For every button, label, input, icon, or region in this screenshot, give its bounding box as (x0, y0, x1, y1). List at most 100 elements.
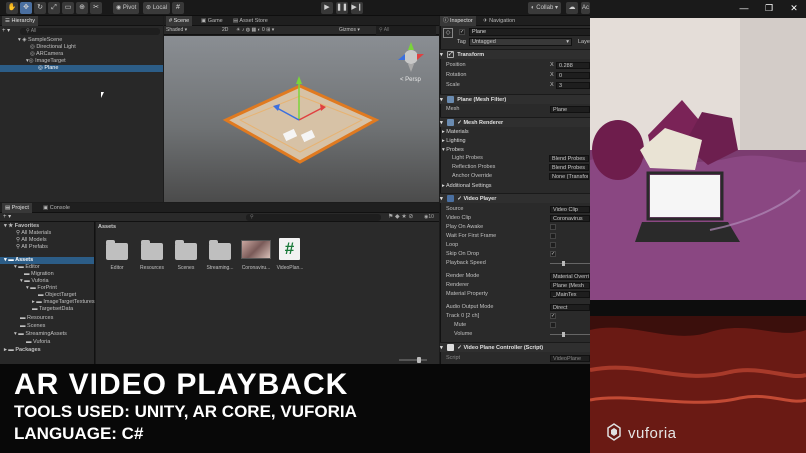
fav-materials[interactable]: ⚲ All Materials (16, 230, 51, 237)
folder-resources[interactable]: ▬ Resources (20, 315, 53, 322)
rect-tool-icon[interactable]: ▭ (62, 2, 74, 14)
project-search-input[interactable]: ⚲ (246, 214, 381, 221)
additional-settings-section[interactable]: ▸ Additional Settings (442, 182, 492, 190)
account-button[interactable]: Ac (581, 2, 591, 14)
video-player-field[interactable]: Video Clip (550, 206, 590, 213)
pivot-toggle[interactable]: ◉ Pivot (113, 2, 140, 14)
scene-orientation-gizmo[interactable] (398, 42, 424, 72)
transform-header[interactable]: ▾ ⤢ Transform (440, 49, 590, 59)
probes-section[interactable]: ▾ Probes (442, 146, 464, 154)
tree-item-scene[interactable]: ▾ ◈ SampleScene (18, 37, 163, 44)
mesh-field[interactable]: Plane (550, 106, 590, 113)
packages-folder[interactable]: ▸ ▬ Packages (4, 347, 41, 354)
folder-objecttarget[interactable]: ▬ ObjectTarget (38, 292, 76, 299)
slider-thumb[interactable] (562, 332, 565, 337)
folder-editor[interactable]: ▾ ▬ Editor (14, 264, 40, 271)
mesh-renderer-header[interactable]: ▾ ✓ Mesh Renderer (440, 117, 590, 127)
tab-console[interactable]: ▣ Console (40, 203, 73, 213)
video-player-field[interactable]: _MainTex (550, 291, 590, 298)
folder-scenes[interactable]: ▬ Scenes (20, 323, 45, 330)
2d-toggle[interactable]: 2D (222, 26, 228, 35)
zoom-slider-thumb[interactable] (417, 357, 421, 363)
custom-tool-icon[interactable]: ✂ (90, 2, 102, 14)
cloud-icon[interactable]: ☁ (566, 2, 578, 14)
tab-asset-store[interactable]: ▤ Asset Store (230, 16, 271, 26)
folder-vuforia[interactable]: ▾ ▬ Vuforia (20, 278, 49, 285)
breadcrumb[interactable]: Assets (98, 224, 116, 230)
step-icon[interactable]: ▶❙ (351, 2, 363, 14)
folder-migration[interactable]: ▬ Migration (24, 271, 54, 278)
rotate-tool-icon[interactable]: ↻ (34, 2, 46, 14)
video-player-slider[interactable] (550, 261, 590, 266)
transform-tool-icon[interactable]: ⊕ (76, 2, 88, 14)
tree-item-plane[interactable]: ◎ Plane (0, 65, 163, 72)
slider-thumb[interactable] (562, 261, 565, 266)
video-player-checkbox[interactable]: ✓ (550, 313, 556, 319)
close-button[interactable]: ✕ (787, 3, 801, 14)
y-axis-arrow-icon[interactable] (296, 76, 302, 84)
video-player-checkbox[interactable] (550, 242, 556, 248)
zoom-slider[interactable] (399, 357, 427, 363)
create-button[interactable]: + ▾ (2, 28, 18, 35)
move-tool-icon[interactable]: ✥ (20, 2, 32, 14)
assets-folder[interactable]: ▾ ▬ Assets (0, 257, 94, 264)
gizmos-dropdown[interactable]: Gizmos ▾ (339, 26, 360, 35)
minimize-button[interactable]: — (737, 3, 751, 13)
scene-viewport[interactable]: < Persp (164, 36, 439, 202)
favorites-folder[interactable]: ▾ ★ Favorites (4, 223, 39, 230)
project-create-button[interactable]: + ▾ (3, 213, 11, 222)
tab-inspector[interactable]: ⓘ Inspector (440, 16, 476, 26)
active-checkbox[interactable]: ✓ (459, 29, 465, 35)
reflection-probes-dropdown[interactable]: Blend Probes (549, 164, 589, 171)
local-toggle[interactable]: ⊛ Local (143, 2, 171, 14)
video-player-field[interactable]: Coronavirus (550, 215, 590, 222)
video-player-field[interactable]: Plane (Mesh (550, 282, 590, 289)
tree-item-imagetarget[interactable]: ▾◎ ImageTarget (26, 58, 66, 65)
mesh-filter-header[interactable]: ▾ Plane (Mesh Filter) (440, 94, 590, 104)
video-player-checkbox[interactable]: ✓ (550, 251, 556, 257)
maximize-button[interactable]: ❐ (762, 3, 776, 14)
tag-dropdown[interactable]: Untagged ▾ (469, 38, 572, 46)
folder-forprint[interactable]: ▾ ▬ ForPrint (26, 285, 57, 292)
hand-tool-icon[interactable]: ✋ (6, 2, 18, 14)
collab-button[interactable]: ◐ Collab ▾ (528, 2, 561, 14)
folder-streaming-vuforia[interactable]: ▬ Vuforia (26, 339, 50, 346)
video-player-slider[interactable] (550, 332, 590, 337)
video-player-checkbox[interactable] (550, 224, 556, 230)
controller-header[interactable]: ▾ ✓ Video Plane Controller (Script) (440, 342, 590, 352)
materials-section[interactable]: ▸ Materials (442, 128, 469, 136)
tab-hierarchy[interactable]: ☰ Hierarchy (2, 16, 39, 26)
tab-game[interactable]: ▣ Game (198, 16, 226, 26)
hierarchy-search-input[interactable]: ⚲ All (20, 28, 160, 35)
play-icon[interactable]: ▶ (321, 2, 333, 14)
video-player-checkbox[interactable] (550, 322, 556, 328)
rotation-x-input[interactable]: 0 (556, 72, 590, 79)
light-probes-dropdown[interactable]: Blend Probes (549, 155, 589, 162)
grid-snap-icon[interactable]: # (172, 2, 184, 14)
folder-streamingassets[interactable]: ▾ ▬ StreamingAssets (14, 331, 67, 338)
tab-navigation[interactable]: ✈ Navigation (480, 16, 518, 26)
video-player-field[interactable]: Direct (550, 304, 590, 311)
object-name-input[interactable]: Plane (469, 28, 591, 36)
lighting-toggle-icon[interactable]: ☀ ♪ ◍ ▦ ◐ 0 ⊞ ▾ (236, 26, 274, 35)
lighting-section[interactable]: ▸ Lighting (442, 137, 466, 145)
filter-icons[interactable]: ⚑ ◆ ★ ⊘ (388, 213, 413, 222)
pause-icon[interactable]: ❚❚ (336, 2, 348, 14)
tree-item-light[interactable]: ◎ Directional Light (30, 44, 76, 51)
video-player-header[interactable]: ▾ ✓ Video Player (440, 193, 590, 203)
tree-item-camera[interactable]: ◎ ARCamera (30, 51, 63, 58)
folder-imagetargettextures[interactable]: ▸ ▬ ImageTargetTextures (32, 299, 95, 306)
scale-x-input[interactable]: 3 (556, 82, 590, 89)
fav-models[interactable]: ⚲ All Models (16, 237, 47, 244)
persp-label[interactable]: < Persp (400, 77, 422, 83)
shading-dropdown[interactable]: Shaded ▾ (166, 26, 187, 35)
tab-scene[interactable]: # Scene (166, 16, 193, 26)
video-player-field[interactable]: Material Overri (550, 273, 590, 280)
scene-search-input[interactable]: ⚲ All (376, 26, 436, 35)
anchor-override-field[interactable]: None (Transform (549, 173, 589, 180)
scale-tool-icon[interactable]: ⤢ (48, 2, 60, 14)
fav-prefabs[interactable]: ⚲ All Prefabs (16, 244, 48, 251)
folder-targetsetdata[interactable]: ▬ TargetsetData (32, 306, 73, 313)
video-player-checkbox[interactable] (550, 233, 556, 239)
position-x-input[interactable]: 0.288 (556, 62, 590, 69)
